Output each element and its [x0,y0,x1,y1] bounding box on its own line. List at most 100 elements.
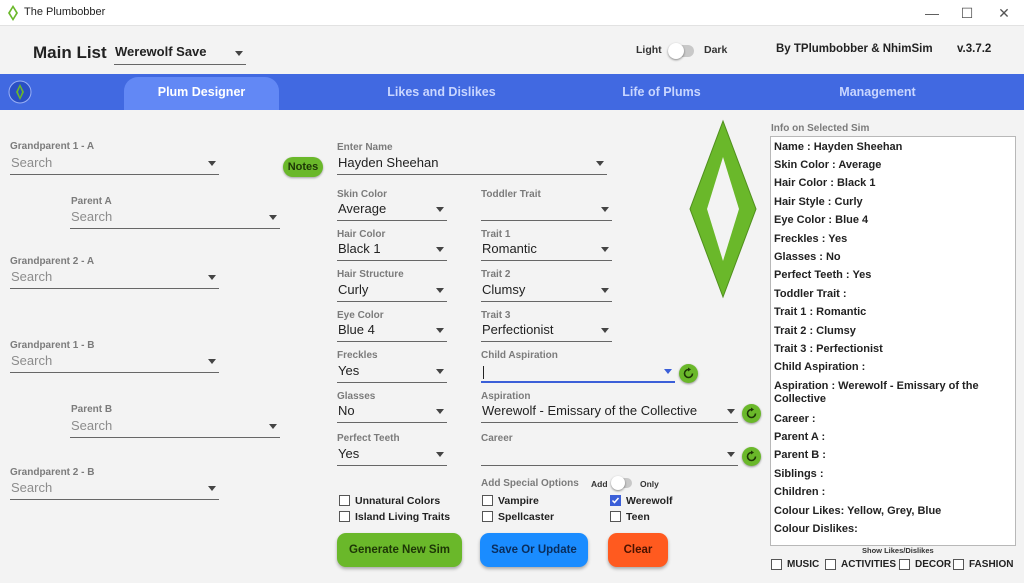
trait2-label: Trait 2 [481,269,511,280]
child-aspiration-label: Child Aspiration [481,350,558,361]
checkmark-icon [611,497,620,504]
skin-color-select[interactable]: Average [337,199,447,221]
fashion-filter-label: FASHION [969,559,1014,570]
eye-color-select[interactable]: Blue 4 [337,320,447,342]
hair-structure-label: Hair Structure [337,269,404,280]
vampire-label: Vampire [498,495,539,507]
activities-filter-checkbox[interactable] [825,559,836,570]
notes-button[interactable]: Notes [283,157,323,177]
island-living-label: Island Living Traits [355,511,451,523]
freckles-select[interactable]: Yes [337,361,447,383]
minimize-button[interactable]: — [914,0,950,26]
save-select[interactable]: Werewolf Save [114,43,246,65]
trait1-value: Romantic [482,241,537,256]
generate-new-sim-button[interactable]: Generate New Sim [337,533,462,567]
spellcaster-label: Spellcaster [498,511,555,523]
trait3-value: Perfectionist [482,322,554,337]
tab-plum-designer[interactable]: Plum Designer [124,77,279,110]
grandparent-1a-search[interactable]: Search [10,153,219,175]
refresh-child-aspiration-button[interactable] [679,364,698,383]
hair-structure-select[interactable]: Curly [337,280,447,302]
career-select[interactable] [481,444,738,466]
name-value: Hayden Sheehan [338,155,439,170]
activities-filter-label: ACTIVITIES [841,559,897,570]
child-aspiration-select[interactable] [481,361,675,383]
refresh-icon [683,367,694,379]
text-cursor [483,366,484,379]
refresh-icon [746,407,757,419]
perfect-teeth-value: Yes [338,446,360,461]
chevron-down-icon [601,288,609,293]
vampire-checkbox[interactable] [482,495,493,506]
perfect-teeth-label: Perfect Teeth [337,433,400,444]
werewolf-checkbox[interactable] [610,495,621,506]
hair-color-select[interactable]: Black 1 [337,239,447,261]
refresh-aspiration-button[interactable] [742,404,761,423]
decor-filter-label: DECOR [915,559,952,570]
name-input[interactable]: Hayden Sheehan [337,153,607,175]
unnatural-colors-label: Unnatural Colors [355,495,441,507]
parent-a-search[interactable]: Search [70,207,280,229]
theme-dark-label: Dark [704,44,728,56]
chevron-down-icon [601,207,609,212]
info-line: Child Aspiration : [774,361,866,373]
tab-likes-and-dislikes[interactable]: Likes and Dislikes [364,77,519,110]
island-living-checkbox[interactable] [339,511,350,522]
aspiration-select[interactable]: Werewolf - Emissary of the Collective [481,401,738,423]
perfect-teeth-select[interactable]: Yes [337,444,447,466]
refresh-career-button[interactable] [742,447,761,466]
info-line: Hair Style : Curly [774,196,863,208]
save-or-update-button[interactable]: Save Or Update [480,533,588,567]
parent-b-label: Parent B [71,404,113,415]
freckles-value: Yes [338,363,360,378]
parent-a-placeholder: Search [71,209,113,224]
teen-checkbox[interactable] [610,511,621,522]
trait3-select[interactable]: Perfectionist [481,320,612,342]
maximize-button[interactable]: ☐ [949,0,985,26]
grandparent-2a-search[interactable]: Search [10,267,219,289]
close-button[interactable]: ✕ [986,0,1022,26]
main-list-label: Main List [33,43,107,62]
tab-life-of-plums[interactable]: Life of Plums [584,77,739,110]
trait1-select[interactable]: Romantic [481,239,612,261]
plumbob-logo-icon[interactable] [8,80,32,104]
grandparent-2b-search[interactable]: Search [10,478,219,500]
music-filter-label: MUSIC [787,559,820,570]
clear-button[interactable]: Clear [608,533,668,567]
glasses-select[interactable]: No [337,401,447,423]
only-label: Only [640,479,659,489]
theme-toggle-knob [668,43,684,59]
music-filter-checkbox[interactable] [771,559,782,570]
info-line: Parent A : [774,431,826,443]
chevron-down-icon [727,452,735,457]
add-label: Add [591,479,608,489]
nav-bar: Plum Designer Likes and Dislikes Life of… [0,74,1024,110]
info-line: Aspiration : Werewolf - Emissary of the … [774,380,979,405]
werewolf-label: Werewolf [626,495,673,507]
info-line: Freckles : Yes [774,233,848,245]
add-only-toggle[interactable] [611,476,632,490]
chevron-down-icon [269,215,277,220]
freckles-label: Freckles [337,350,378,361]
refresh-icon [746,450,757,462]
chevron-down-icon [727,409,735,414]
theme-light-label: Light [636,44,662,56]
header: Main List Werewolf Save Light Dark By TP… [0,26,1024,74]
decor-filter-checkbox[interactable] [899,559,910,570]
spellcaster-checkbox[interactable] [482,511,493,522]
parent-b-search[interactable]: Search [70,416,280,438]
grandparent-1b-search[interactable]: Search [10,351,219,373]
window-title: The Plumbobber [24,6,106,18]
info-line: Trait 1 : Romantic [774,306,867,318]
trait2-select[interactable]: Clumsy [481,280,612,302]
toddler-trait-select[interactable] [481,199,612,221]
grandparent-2b-placeholder: Search [11,480,53,495]
info-panel: Name : Hayden Sheehan Skin Color : Avera… [770,136,1016,546]
tab-management[interactable]: Management [800,77,955,110]
theme-toggle[interactable] [668,43,694,59]
info-line: Toddler Trait : [774,288,847,300]
unnatural-colors-checkbox[interactable] [339,495,350,506]
grandparent-2a-placeholder: Search [11,269,53,284]
fashion-filter-checkbox[interactable] [953,559,964,570]
info-line: Parent B : [774,449,826,461]
